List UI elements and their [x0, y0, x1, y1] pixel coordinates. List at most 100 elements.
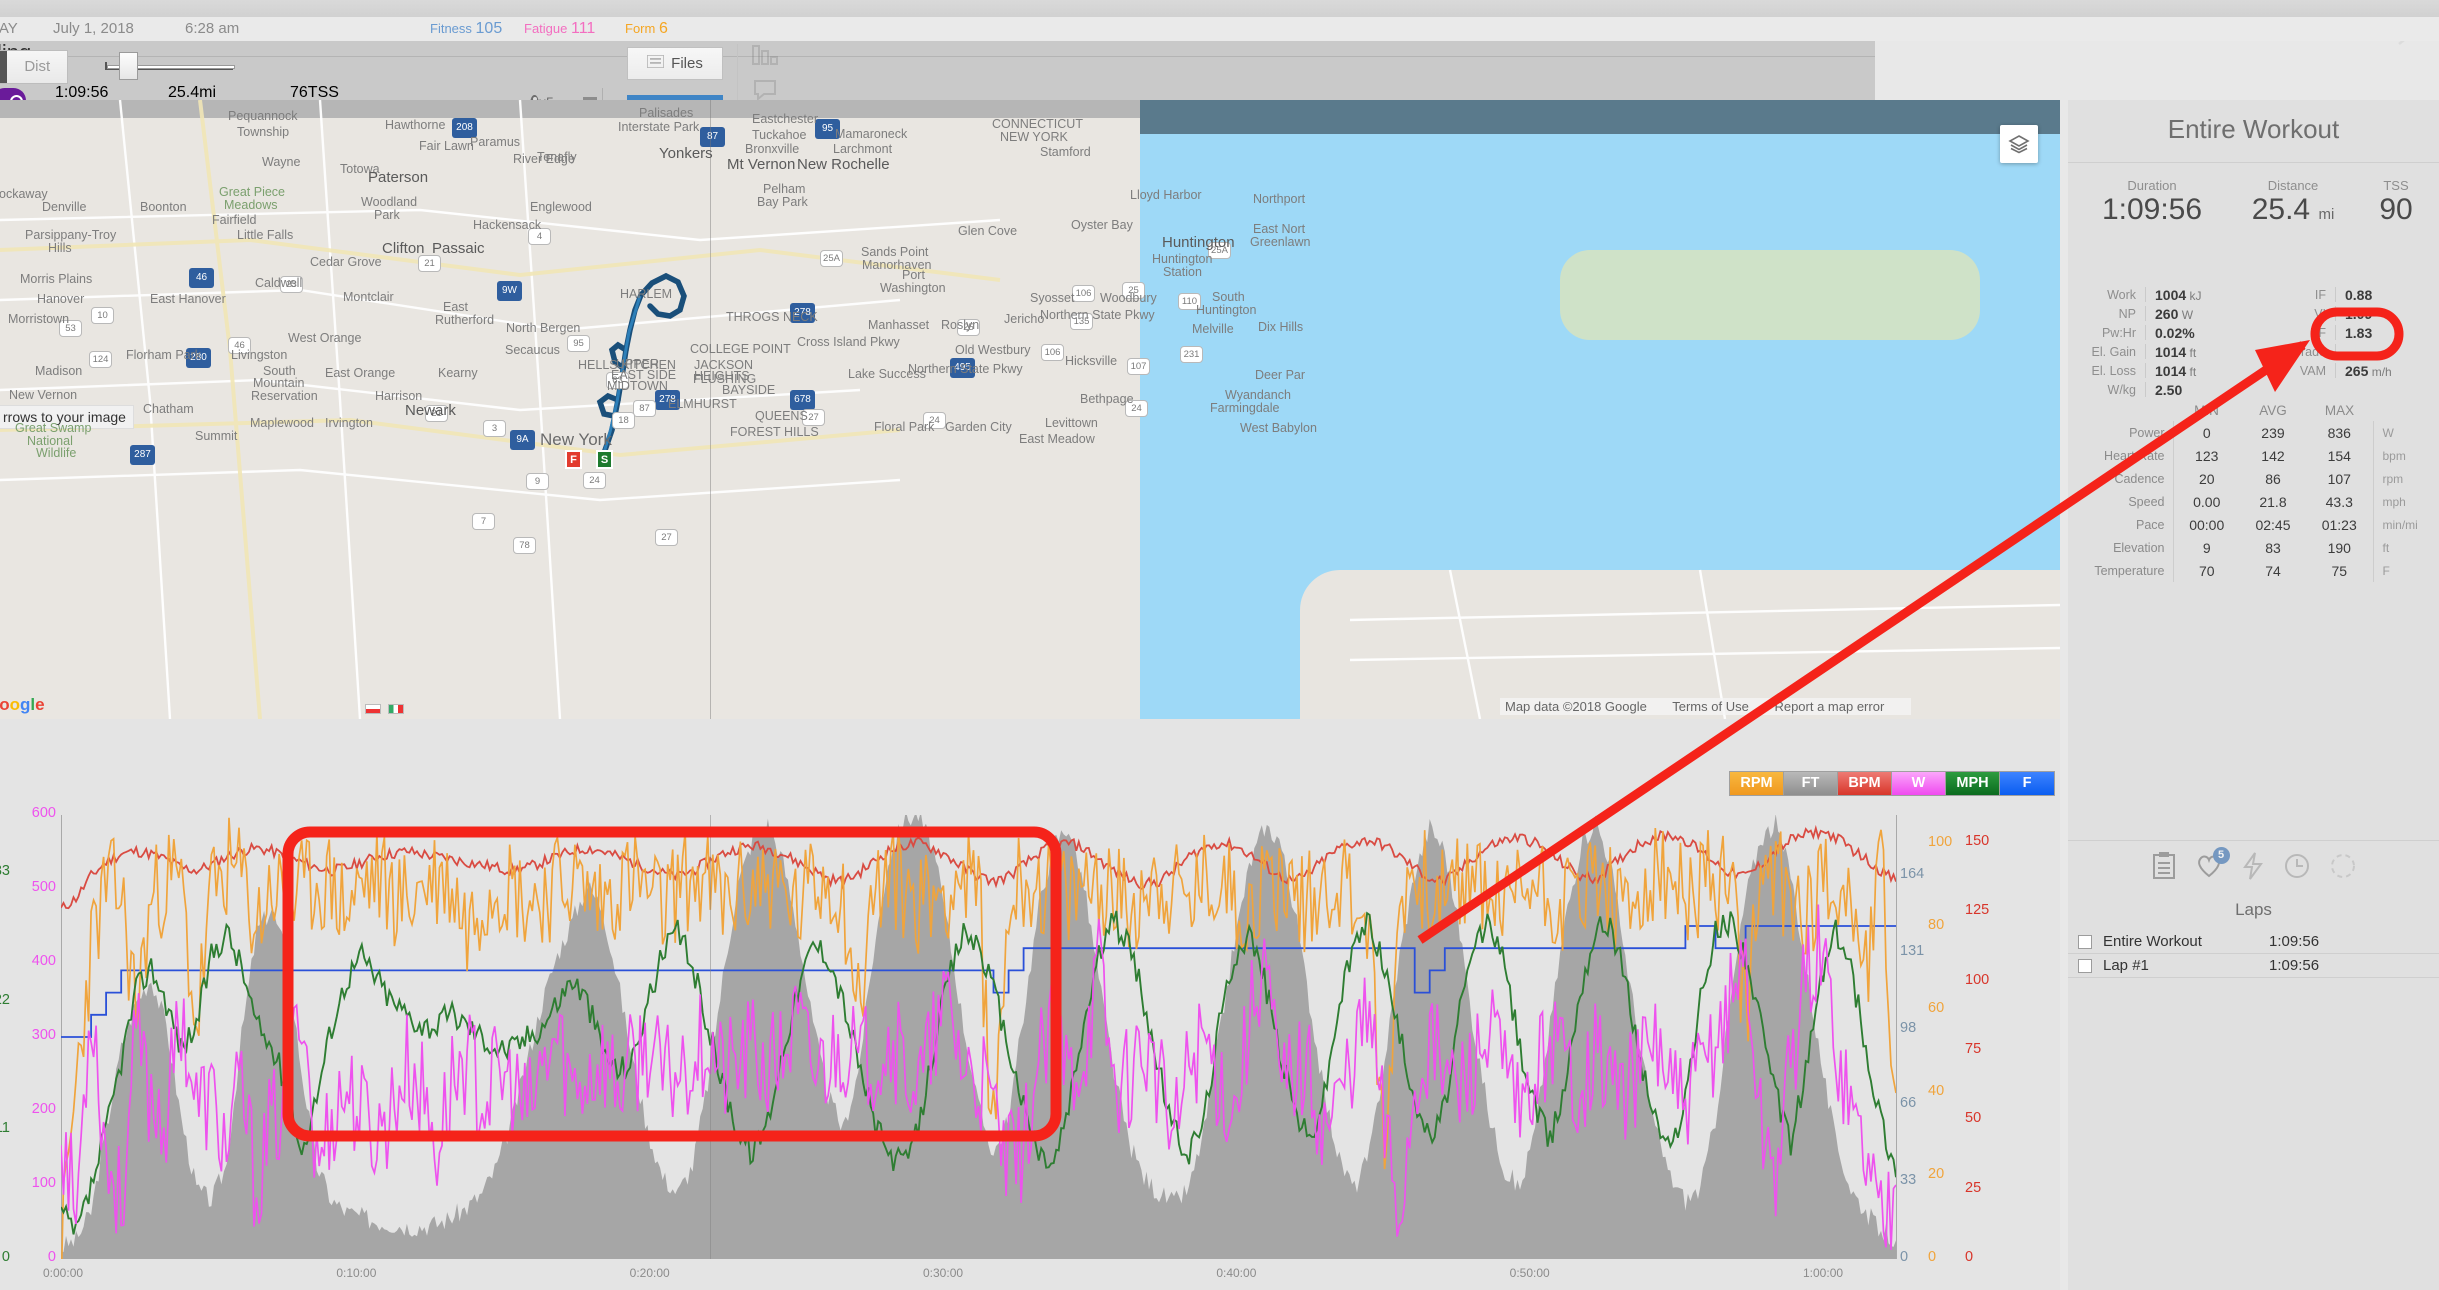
metric-divider	[2145, 363, 2146, 378]
map-label: Eastchester	[752, 112, 819, 126]
map-start-marker[interactable]: S	[596, 450, 613, 469]
lap-checkbox[interactable]	[2078, 958, 2092, 973]
legend-rpm[interactable]: RPM	[1730, 772, 1784, 795]
map-label: Deer Par	[1255, 368, 1306, 382]
metric-key: EF	[2310, 325, 2326, 340]
summary-distance: Distance 25.4 mi	[2228, 178, 2358, 227]
metric-unit: m/h	[2368, 364, 2392, 379]
chart-y-tick: 80	[1928, 917, 1945, 934]
map-label: Pequannock	[228, 109, 298, 123]
mma-row: Cadence 20 86 107 rpm	[2068, 467, 2439, 490]
metric-unit: ft	[2186, 345, 2197, 360]
metric-row: El. Loss 1014 ft	[2074, 361, 2202, 380]
map-layers-button[interactable]	[2000, 125, 2038, 163]
mma-row-label: Elevation	[2068, 536, 2174, 559]
metric-value: 1004 kJ	[2155, 286, 2202, 303]
map-attr-report[interactable]: Report a map error	[1774, 699, 1884, 714]
route-shield-124: 124	[89, 351, 112, 368]
route-shield-95: 95	[567, 335, 590, 352]
highway-shield-i9a: 9A	[510, 430, 535, 450]
chart-legend[interactable]: RPM FT BPM W MPH F	[1729, 771, 2055, 796]
mma-cell: 107	[2327, 470, 2351, 487]
route-shield-27: 27	[655, 529, 678, 546]
chart-zoom-slider[interactable]	[105, 52, 235, 80]
metric-row: Grade --	[2264, 342, 2392, 361]
chart-crosshair	[710, 815, 711, 1259]
clock-icon[interactable]	[2283, 852, 2311, 885]
map-label: Huntington	[1152, 252, 1213, 266]
lightning-icon[interactable]	[2241, 852, 2265, 885]
layers-icon	[2008, 135, 2030, 154]
lap-row-entire-workout[interactable]: Entire Workout 1:09:56	[2068, 930, 2439, 954]
map-flag-markers	[365, 704, 405, 717]
map-label: MIDTOWN	[607, 379, 668, 393]
map-label: West Babylon	[1240, 421, 1317, 435]
metric-key: El. Loss	[2091, 363, 2136, 378]
mma-row-unit: mph	[2372, 490, 2439, 513]
metric-row: Pw:Hr 0.02%	[2074, 323, 2202, 342]
map-label: Park	[374, 208, 400, 222]
legend-mph[interactable]: MPH	[1946, 772, 2000, 795]
metric-value: 260 W	[2155, 305, 2194, 322]
toggle-dist[interactable]: Dist	[7, 51, 68, 83]
highway-shield-i46: 46	[189, 268, 214, 288]
map-label: Wildlife	[36, 446, 77, 460]
map-attr-terms[interactable]: Terms of Use	[1672, 699, 1749, 714]
bar-chart-icon[interactable]	[752, 43, 778, 72]
map-label: Wayne	[262, 155, 301, 169]
lap-checkbox[interactable]	[2078, 934, 2092, 949]
mma-cell: 74	[2265, 562, 2281, 579]
map-label: Great Swamp	[15, 421, 92, 435]
metric-row: IF 0.88	[2264, 285, 2392, 304]
legend-f[interactable]: F	[2000, 772, 2054, 795]
day-of-week: DAY	[0, 20, 18, 37]
clipboard-icon[interactable]	[2151, 852, 2177, 885]
map-label: Parsippany-Troy	[25, 228, 117, 242]
files-button[interactable]: Files	[627, 47, 723, 80]
summary-tss-value: 90	[2379, 193, 2413, 226]
map-label: Hanover	[37, 292, 85, 306]
metric-value: 265 m/h	[2345, 362, 2392, 379]
map-attribution[interactable]: Map data ©2018 Google Terms of Use Repor…	[1500, 698, 1912, 715]
chart-y-tick: 100	[1965, 971, 1990, 988]
lap-row-1[interactable]: Lap #1 1:09:56	[2068, 954, 2439, 978]
route-map[interactable]: F S 87 95 208 287 280 278 278 495 678 46…	[0, 100, 2060, 719]
map-label: Paterson	[368, 169, 429, 186]
heart-icon[interactable]: 5	[2195, 847, 2230, 884]
panel-tab-icons[interactable]: 5	[2068, 847, 2439, 885]
lap-name: Entire Workout	[2103, 933, 2202, 950]
metric-value: --	[2345, 343, 2355, 360]
map-label: Boonton	[140, 200, 187, 214]
chart-x-tick: 0:40:00	[1216, 1266, 1257, 1280]
chart-y-tick: 600	[31, 805, 56, 821]
map-label: New Vernon	[9, 388, 78, 402]
route-shield-24: 24	[583, 472, 606, 489]
chart-x-axis-toggle[interactable]: e Dist	[0, 50, 69, 84]
map-label: Oyster Bay	[1071, 218, 1133, 232]
metric-divider	[2335, 325, 2336, 340]
map-label: Interstate Park	[618, 120, 700, 134]
summary-metrics-left: Work 1004 kJ NP 260 W Pw:Hr 0.02% El. Gain 1014…	[2074, 285, 2202, 399]
chart-y-tick: 40	[1928, 1083, 1945, 1100]
map-label: FOREST HILLS	[730, 425, 819, 439]
chart-y-tick: 500	[31, 879, 56, 895]
map-label: Little Falls	[237, 228, 294, 242]
summary-distance-label: Distance	[2267, 178, 2319, 193]
map-label: South	[1212, 290, 1245, 304]
mma-row: Power 0 239 836 W	[2068, 421, 2439, 444]
map-label: Mamaroneck	[835, 127, 908, 141]
map-label: Passaic	[432, 240, 485, 257]
legend-w[interactable]: W	[1892, 772, 1946, 795]
dashed-circle-icon[interactable]	[2329, 852, 2357, 885]
map-label: Roslyn	[941, 318, 980, 332]
map-label: Greenlawn	[1250, 235, 1311, 249]
legend-bpm[interactable]: BPM	[1838, 772, 1892, 795]
slider-knob[interactable]	[119, 52, 138, 80]
legend-ft[interactable]: FT	[1784, 772, 1838, 795]
map-finish-marker[interactable]: F	[565, 450, 582, 469]
mma-row-label: Speed	[2068, 490, 2174, 513]
route-shield-78: 78	[513, 537, 536, 554]
chart-plot-area[interactable]	[61, 815, 1896, 1259]
mma-cell: 43.3	[2325, 493, 2353, 510]
toggle-time[interactable]: e	[0, 51, 8, 83]
